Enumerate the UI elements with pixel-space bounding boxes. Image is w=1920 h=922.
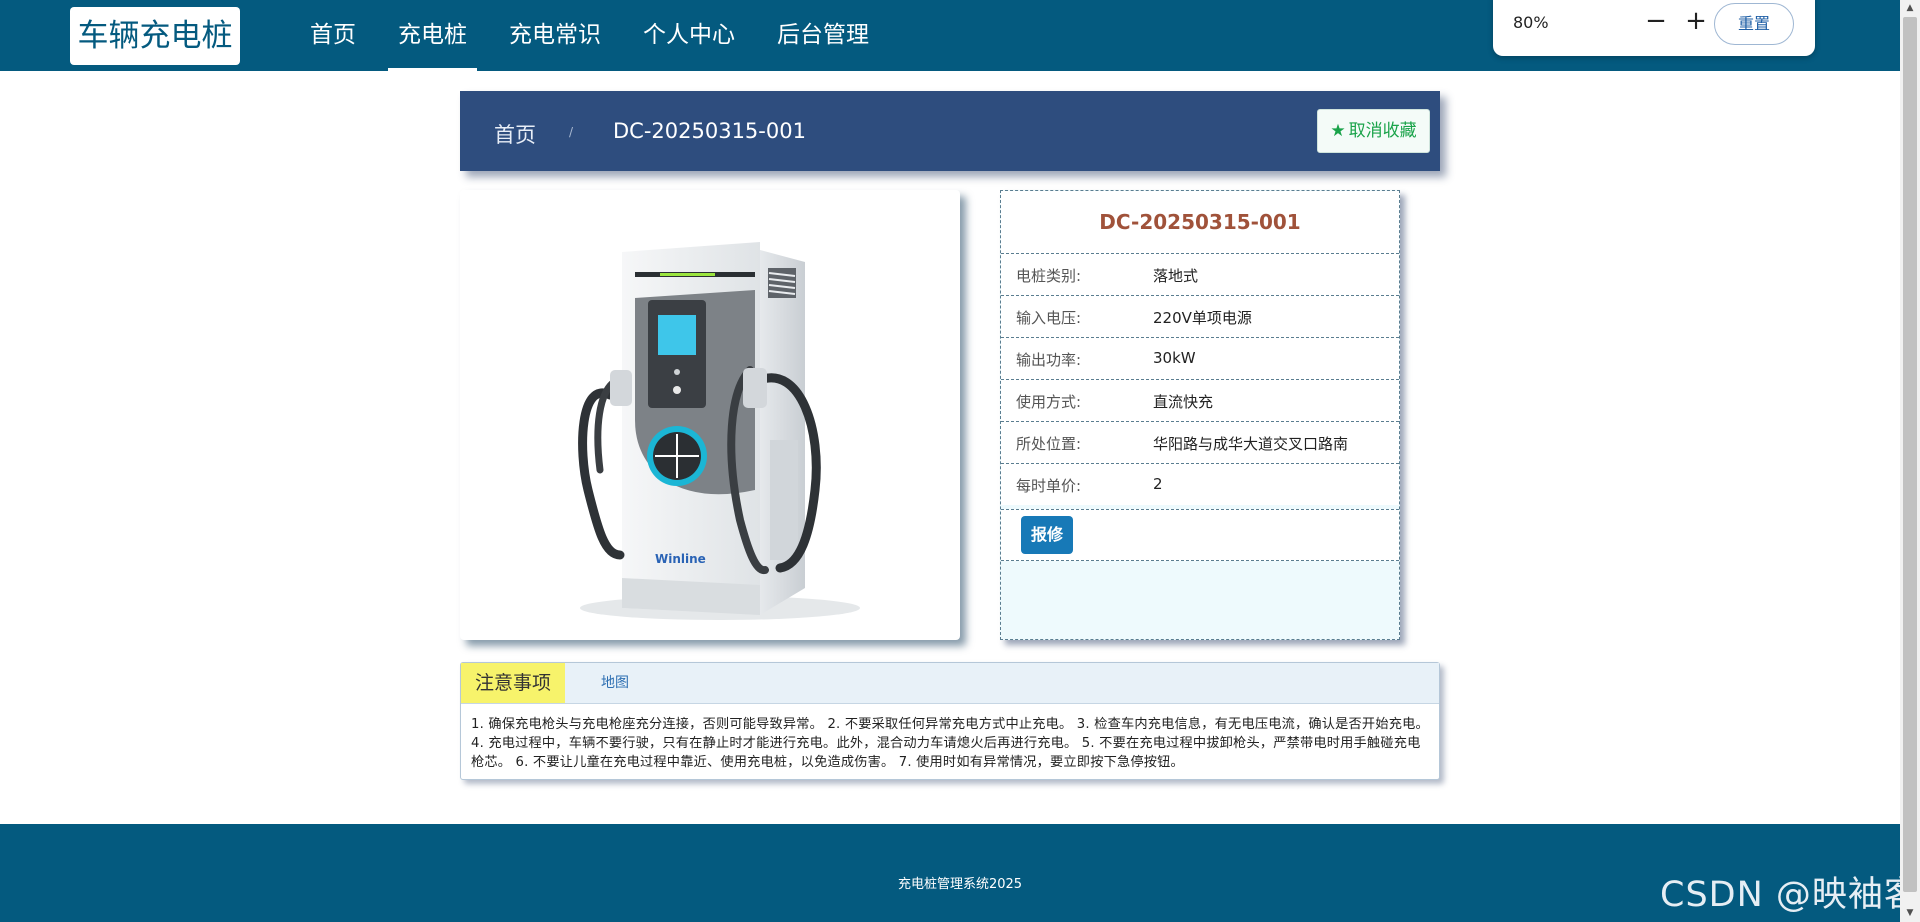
zoom-reset-button[interactable]: 重置: [1714, 3, 1794, 45]
info-label: 所处位置:: [1016, 435, 1082, 453]
notice-content: 1. 确保充电枪头与充电枪座充分连接，否则可能导致异常。 2. 不要采取任何异常…: [471, 717, 1429, 770]
unfavorite-button[interactable]: ★ 取消收藏: [1317, 109, 1430, 153]
zoom-in-button[interactable]: +: [1681, 6, 1711, 36]
zoom-level: 80%: [1513, 13, 1549, 32]
info-value: 落地式: [1153, 267, 1199, 285]
info-row-output-power: 输出功率: 30kW: [1001, 337, 1399, 379]
scroll-up-arrow-icon[interactable]: ▲: [1900, 0, 1920, 17]
tab-notice[interactable]: 注意事项: [461, 663, 565, 703]
info-row-category: 电桩类别: 落地式: [1001, 253, 1399, 295]
breadcrumb: 首页 / DC-20250315-001 ★ 取消收藏: [460, 91, 1440, 171]
info-value: 华阳路与成华大道交叉口路南: [1153, 435, 1349, 453]
vertical-scrollbar[interactable]: ▲ ▼: [1900, 0, 1920, 922]
charger-illustration: Winline: [578, 242, 860, 620]
nav-item-user-center[interactable]: 个人中心: [633, 0, 745, 71]
charger-info-card: DC-20250315-001 电桩类别: 落地式 输入电压: 220V单项电源…: [1000, 190, 1400, 640]
site-logo[interactable]: 车辆充电桩: [70, 7, 240, 65]
charger-title: DC-20250315-001: [1001, 191, 1399, 253]
info-label: 使用方式:: [1016, 393, 1082, 411]
info-value: 30kW: [1153, 349, 1196, 367]
notice-panel: 注意事项 地图 1. 确保充电枪头与充电枪座充分连接，否则可能导致异常。 2. …: [460, 662, 1440, 780]
info-row-hourly-price: 每时单价: 2: [1001, 463, 1399, 505]
csdn-watermark: CSDN @映袖客: [1660, 875, 1920, 915]
info-row-usage-mode: 使用方式: 直流快充: [1001, 379, 1399, 421]
tab-bar: 注意事项 地图: [461, 663, 1439, 704]
charger-photo: Winline: [460, 190, 960, 640]
info-value: 220V单项电源: [1153, 309, 1252, 327]
info-row-input-voltage: 输入电压: 220V单项电源: [1001, 295, 1399, 337]
scrollbar-thumb[interactable]: [1903, 17, 1917, 892]
star-icon: ★: [1330, 121, 1346, 141]
nav-item-admin[interactable]: 后台管理: [767, 0, 879, 71]
repair-button[interactable]: 报修: [1021, 516, 1073, 554]
nav-item-home[interactable]: 首页: [300, 0, 366, 71]
nav-item-charging-knowledge[interactable]: 充电常识: [499, 0, 611, 71]
brand-mark: Winline: [655, 552, 706, 566]
info-label: 输入电压:: [1016, 309, 1082, 327]
nav-item-charging-piles[interactable]: 充电桩: [388, 0, 477, 71]
info-actions: 报修: [1001, 509, 1399, 561]
zoom-popup: 80% − + 重置: [1493, 0, 1815, 56]
info-label: 电桩类别:: [1016, 267, 1082, 285]
scroll-down-arrow-icon[interactable]: ▼: [1900, 905, 1920, 922]
info-value: 2: [1153, 475, 1163, 493]
tab-map[interactable]: 地图: [601, 663, 629, 703]
footer-copyright: 充电桩管理系统2025: [897, 877, 1023, 892]
zoom-out-button[interactable]: −: [1641, 6, 1671, 36]
footer: 充电桩管理系统2025: [0, 824, 1920, 922]
main-nav: 首页 充电桩 充电常识 个人中心 后台管理: [300, 0, 901, 71]
unfavorite-label: 取消收藏: [1348, 121, 1417, 141]
info-label: 每时单价:: [1016, 477, 1082, 495]
info-value: 直流快充: [1153, 393, 1214, 411]
breadcrumb-home-link[interactable]: 首页: [494, 119, 536, 149]
info-row-location: 所处位置: 华阳路与成华大道交叉口路南: [1001, 421, 1399, 463]
breadcrumb-current: DC-20250315-001: [613, 119, 806, 143]
info-label: 输出功率:: [1016, 351, 1082, 369]
breadcrumb-separator: /: [569, 125, 574, 139]
